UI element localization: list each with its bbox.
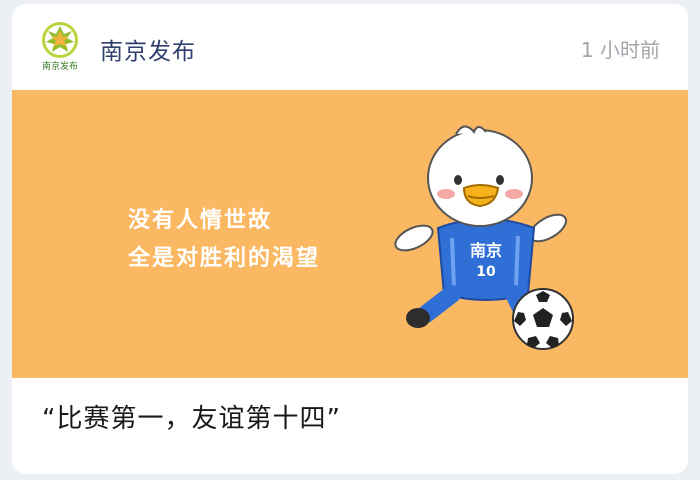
account-name[interactable]: 南京发布 [100,32,196,66]
cover-text-line-2: 全是对胜利的渴望 [128,246,321,271]
jersey-number: 10 [476,264,496,280]
article-card[interactable]: 南京发布 南京发布 1 小时前 没有人情世故 全是对胜利的渴望 南京 10 “比… [12,4,688,474]
logo-text: 南京发布 [42,60,78,72]
nanjing-logo-icon: 南京发布 [42,22,78,72]
card-header: 南京发布 南京发布 1 小时前 [12,4,688,90]
jersey-text: 南京 [470,241,502,260]
cover-image[interactable]: 没有人情世故 全是对胜利的渴望 南京 10 [12,90,688,378]
cover-text-line-1: 没有人情世故 [128,208,273,233]
soccer-ball-illustration [512,288,574,350]
account-avatar[interactable]: 南京发布 [38,20,82,72]
post-time: 1 小时前 [580,38,660,62]
article-title[interactable]: “比赛第一，友谊第十四” [42,398,341,435]
